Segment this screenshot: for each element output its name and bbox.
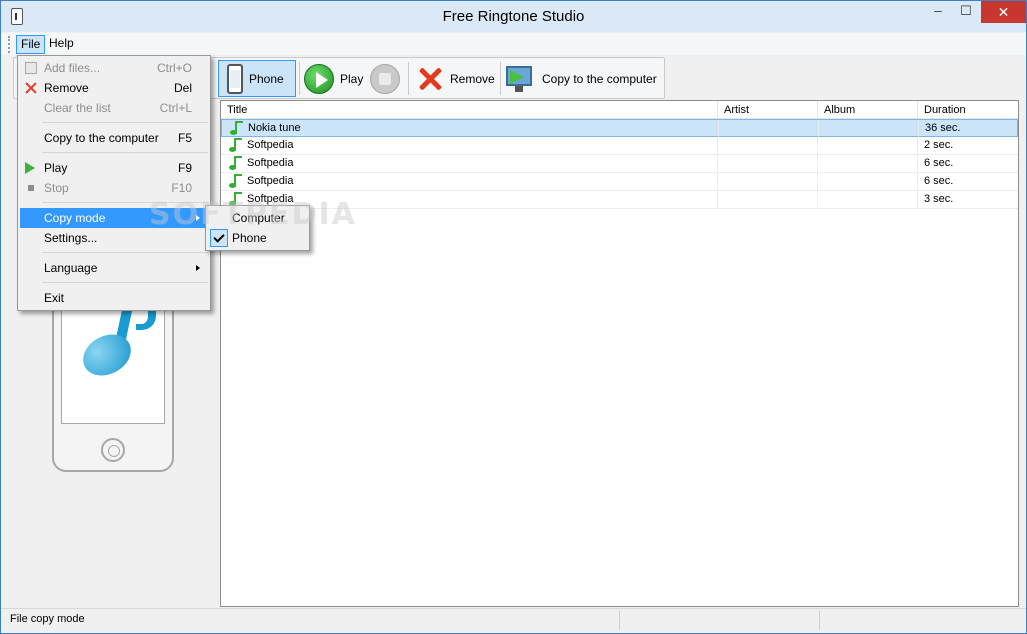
- column-artist[interactable]: Artist: [718, 101, 818, 119]
- menu-separator: [42, 282, 208, 283]
- cell-album: [819, 120, 919, 137]
- remove-icon: [416, 65, 444, 93]
- menu-file[interactable]: File: [16, 35, 46, 54]
- cell-artist: [718, 191, 818, 208]
- cell-artist: [718, 173, 818, 190]
- minimize-button[interactable]: –: [923, 1, 953, 23]
- close-button[interactable]: ✕: [981, 1, 1026, 23]
- column-duration[interactable]: Duration: [918, 101, 1018, 119]
- menu-bar: File Help: [1, 33, 1026, 55]
- watermark-logo: SOFTPEDIA: [149, 197, 357, 232]
- phone-button[interactable]: Phone: [218, 60, 296, 97]
- cell-duration: 2 sec.: [924, 139, 954, 151]
- window-title: Free Ringtone Studio: [442, 8, 585, 25]
- copy-to-computer-icon: [504, 64, 536, 94]
- play-icon: [25, 162, 37, 174]
- status-text: File copy mode: [10, 613, 85, 625]
- toolbar-separator: [299, 62, 300, 95]
- remove-button-label: Remove: [450, 71, 495, 86]
- cell-album: [818, 173, 918, 190]
- cell-album: [818, 137, 918, 154]
- cell-duration: 6 sec.: [924, 157, 954, 169]
- menu-clear-list: Clear the list Ctrl+L: [44, 101, 192, 115]
- cell-title: Softpedia: [221, 173, 718, 190]
- cell-duration: 36 sec.: [925, 122, 961, 134]
- cell-title: Softpedia: [221, 137, 718, 154]
- table-row[interactable]: Nokia tune 36 sec.: [221, 119, 1018, 137]
- menu-stop: Stop F10: [20, 178, 208, 198]
- menu-help[interactable]: Help: [45, 35, 78, 54]
- menu-remove[interactable]: Remove Del: [20, 78, 208, 98]
- cell-duration: 6 sec.: [924, 175, 954, 187]
- menubar-grip[interactable]: [8, 36, 11, 53]
- cell-album: [818, 155, 918, 172]
- status-separator: [619, 611, 620, 630]
- cell-artist: [718, 155, 818, 172]
- menu-separator: [42, 252, 208, 253]
- toolbar-separator: [408, 62, 409, 95]
- title-bar: Free Ringtone Studio – ☐ ✕: [1, 1, 1026, 32]
- menu-copy-to-computer[interactable]: Copy to the computer F5: [20, 128, 208, 148]
- table-row[interactable]: Softpedia 6 sec.: [221, 173, 1018, 191]
- submenu-arrow-icon: [196, 265, 200, 271]
- copy-to-computer-label: Copy to the computer: [542, 71, 657, 86]
- menu-language[interactable]: Language: [20, 258, 208, 278]
- cell-duration: 3 sec.: [924, 193, 954, 205]
- stop-icon: [25, 182, 37, 194]
- cell-title: Softpedia: [221, 155, 718, 172]
- stop-icon: [370, 63, 400, 94]
- column-title[interactable]: Title: [221, 101, 718, 119]
- file-menu-dropdown: Add files... Ctrl+O Remove Del Clear the…: [17, 55, 211, 311]
- status-separator: [819, 611, 820, 630]
- maximize-button[interactable]: ☐: [951, 1, 981, 23]
- ringtone-list[interactable]: Title Artist Album Duration Nokia tune 36…: [220, 100, 1019, 607]
- menu-play[interactable]: Play F9: [20, 158, 208, 178]
- phone-icon: [227, 63, 243, 94]
- copy-to-computer-button[interactable]: Copy to the computer: [502, 60, 664, 97]
- cell-album: [818, 191, 918, 208]
- menu-exit[interactable]: Exit: [20, 288, 208, 308]
- app-window: Free Ringtone Studio – ☐ ✕ File Help Pho…: [0, 0, 1027, 634]
- phone-button-label: Phone: [249, 71, 284, 86]
- stop-button: [368, 60, 404, 97]
- menu-separator: [42, 152, 208, 153]
- home-button-icon: [101, 438, 125, 462]
- column-album[interactable]: Album: [818, 101, 918, 119]
- menu-separator: [42, 122, 208, 123]
- menu-add-files: Add files... Ctrl+O: [20, 58, 208, 78]
- table-row[interactable]: Softpedia 2 sec.: [221, 137, 1018, 155]
- music-note-icon: [76, 326, 138, 384]
- toolbar-separator: [500, 62, 501, 95]
- play-icon: [304, 63, 334, 94]
- status-bar: File copy mode: [1, 608, 1026, 632]
- table-row[interactable]: Softpedia 6 sec.: [221, 155, 1018, 173]
- cell-title: Nokia tune: [222, 120, 719, 137]
- play-button-label: Play: [340, 71, 364, 86]
- list-header: Title Artist Album Duration: [221, 101, 1018, 119]
- cell-artist: [718, 137, 818, 154]
- remove-icon: [25, 82, 37, 94]
- remove-button[interactable]: Remove: [414, 60, 498, 97]
- play-button[interactable]: Play: [302, 60, 364, 97]
- add-files-icon: [25, 62, 37, 74]
- cell-artist: [719, 120, 819, 137]
